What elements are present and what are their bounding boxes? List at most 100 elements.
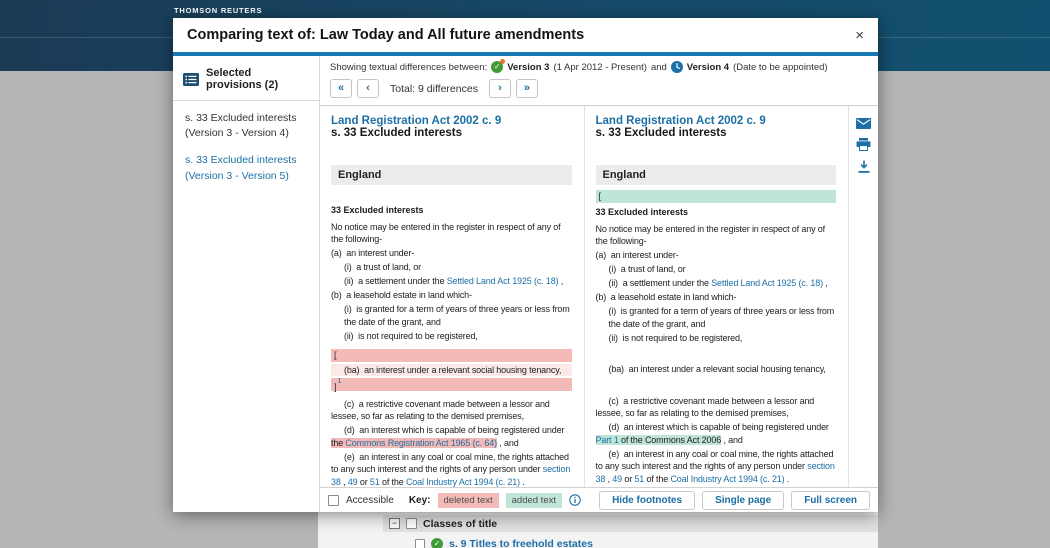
act-title-link[interactable]: Land Registration Act 2002 c. 9 xyxy=(596,115,837,127)
download-icon[interactable] xyxy=(858,160,870,173)
text-run: (e) an interest in any coal or coal mine… xyxy=(596,449,836,472)
statute-link[interactable]: Part 1 xyxy=(596,435,619,445)
classes-of-title-header: − Classes of title xyxy=(383,515,878,532)
sidebar-item-version-3-5[interactable]: s. 33 Excluded interests (Version 3 - Ve… xyxy=(173,143,319,185)
legislation-paragraph: (e) an interest in any coal or coal mine… xyxy=(331,451,572,488)
statute-link[interactable]: Coal Industry Act 1994 (c. 21) xyxy=(670,474,784,484)
spacer xyxy=(596,185,837,188)
text-run: (ba) an interest under a relevant social… xyxy=(609,364,826,374)
print-icon[interactable] xyxy=(856,138,871,151)
statute-link[interactable]: 51 xyxy=(634,474,644,484)
statute-link[interactable]: Settled Land Act 1925 (c. 18) xyxy=(711,278,823,288)
last-difference-button[interactable]: » xyxy=(516,79,538,98)
legislation-paragraph: (ii) is not required to be registered, xyxy=(344,330,572,343)
version-3-document: Land Registration Act 2002 c. 9s. 33 Exc… xyxy=(320,106,584,487)
background-page-content: − Classes of title ✓ s. 9 Titles to free… xyxy=(318,512,878,548)
text-run: (d) an interest which is capable of bein… xyxy=(344,425,567,435)
left-version-range: (1 Apr 2012 - Present) xyxy=(553,62,646,73)
legislation-paragraph: (ba) an interest under a relevant social… xyxy=(596,363,837,376)
row-checkbox[interactable] xyxy=(415,539,425,548)
provision-link[interactable]: s. 9 Titles to freehold estates xyxy=(449,538,593,548)
text-run: (ii) a settlement under the xyxy=(344,276,447,286)
next-difference-button[interactable]: › xyxy=(489,79,511,98)
text-run: . xyxy=(785,474,790,484)
change-bracket-deleted: ]1 xyxy=(331,378,572,391)
statute-link[interactable]: 49 xyxy=(348,477,358,487)
legislation-paragraph: (i) is granted for a term of years of th… xyxy=(344,303,572,328)
text-run: (i) is granted for a term of years of th… xyxy=(609,306,837,329)
close-icon[interactable]: × xyxy=(855,28,864,43)
text-run: (a) an interest under- xyxy=(331,248,414,258)
section-heading: 33 Excluded interests xyxy=(596,207,837,217)
legislation-paragraph: (d) an interest which is capable of bein… xyxy=(331,424,572,449)
statute-link[interactable]: Settled Land Act 1925 (c. 18) xyxy=(447,276,559,286)
previous-difference-button[interactable]: ‹ xyxy=(357,79,379,98)
text-run: (i) a trust of land, or xyxy=(344,262,421,272)
right-version-name: Version 4 xyxy=(687,62,729,73)
legislation-paragraph: (i) is granted for a term of years of th… xyxy=(609,305,837,330)
text-run: (i) is granted for a term of years of th… xyxy=(344,304,572,327)
accessible-label: Accessible xyxy=(346,495,394,506)
text-run: (ii) is not required to be registered, xyxy=(344,331,478,341)
version-4-document: Land Registration Act 2002 c. 9s. 33 Exc… xyxy=(585,106,849,487)
section-heading: 33 Excluded interests xyxy=(331,205,572,215)
provision-title: s. 33 Excluded interests xyxy=(331,127,572,139)
email-icon[interactable] xyxy=(856,118,871,129)
provision-row: ✓ s. 9 Titles to freehold estates xyxy=(415,538,878,548)
text-run: the xyxy=(331,438,345,448)
spacer xyxy=(596,217,837,221)
legislation-paragraph: (b) a leasehold estate in land which- xyxy=(596,291,837,304)
single-page-button[interactable]: Single page xyxy=(702,491,784,510)
info-icon[interactable] xyxy=(569,494,581,506)
legislation-paragraph: (a) an interest under- xyxy=(596,249,837,262)
hide-footnotes-button[interactable]: Hide footnotes xyxy=(599,491,695,510)
text-run: (c) a restrictive covenant made between … xyxy=(596,396,817,419)
comparison-summary: Showing textual differences between: ✓ V… xyxy=(320,56,878,75)
legislation-paragraph: (ii) a settlement under the Settled Land… xyxy=(609,277,837,290)
text-run: of the Commons Act 2006 xyxy=(619,435,721,445)
right-version-range: (Date to be appointed) xyxy=(733,62,828,73)
collapse-icon[interactable]: − xyxy=(389,518,400,529)
act-title-link[interactable]: Land Registration Act 2002 c. 9 xyxy=(331,115,572,127)
text-run: (ba) an interest under a relevant social… xyxy=(344,365,561,375)
accessible-checkbox[interactable] xyxy=(328,495,339,506)
change-bracket-deleted: [ xyxy=(331,349,572,362)
legislation-paragraph: (i) a trust of land, or xyxy=(344,261,572,274)
legislation-paragraph: (e) an interest in any coal or coal mine… xyxy=(596,448,837,486)
list-icon xyxy=(183,73,199,86)
statute-link[interactable]: 49 xyxy=(612,474,622,484)
legislation-paragraph: (d) an interest which is capable of bein… xyxy=(596,421,837,446)
text-run: of the xyxy=(380,477,406,487)
dialog-title: Comparing text of: Law Today and All fut… xyxy=(187,27,584,43)
legislation-paragraph: (b) a leasehold estate in land which- xyxy=(331,289,572,302)
text-run: (d) an interest which is capable of bein… xyxy=(609,422,832,432)
section-checkbox[interactable] xyxy=(406,518,417,529)
text-run: (a) an interest under- xyxy=(596,250,679,260)
text-run: (e) an interest in any coal or coal mine… xyxy=(331,452,571,475)
text-run: No notice may be entered in the register… xyxy=(331,222,563,245)
dialog-header: Comparing text of: Law Today and All fut… xyxy=(173,18,878,52)
footnote-marker[interactable]: 1 xyxy=(338,378,342,385)
spacer xyxy=(331,185,572,205)
difference-count: Total: 9 differences xyxy=(390,83,478,95)
geographical-extent-heading: England xyxy=(331,165,572,185)
section-title: Classes of title xyxy=(423,518,497,530)
document-tools xyxy=(848,106,878,487)
comparison-main: Showing textual differences between: ✓ V… xyxy=(320,56,878,512)
compare-versions-dialog: Comparing text of: Law Today and All fut… xyxy=(173,18,878,512)
legislation-paragraph: (c) a restrictive covenant made between … xyxy=(596,395,837,420)
sidebar-item-version-3-4[interactable]: s. 33 Excluded interests (Version 3 - Ve… xyxy=(173,101,319,143)
statute-link[interactable]: 51 xyxy=(370,477,380,487)
full-screen-button[interactable]: Full screen xyxy=(791,491,870,510)
statute-link[interactable]: Commons Registration Act 1965 (c. 64) xyxy=(345,438,497,448)
text-run: No notice may be entered in the register… xyxy=(596,224,828,247)
first-difference-button[interactable]: « xyxy=(330,79,352,98)
spacer xyxy=(596,377,837,393)
text-run: (b) a leasehold estate in land which- xyxy=(596,292,737,302)
statute-link[interactable]: Coal Industry Act 1994 (c. 21) xyxy=(406,477,520,487)
spacer xyxy=(331,215,572,219)
text-run: , xyxy=(558,276,563,286)
change-bracket-added: [ xyxy=(596,190,837,203)
text-run: or xyxy=(622,474,634,484)
spacer xyxy=(331,393,572,396)
